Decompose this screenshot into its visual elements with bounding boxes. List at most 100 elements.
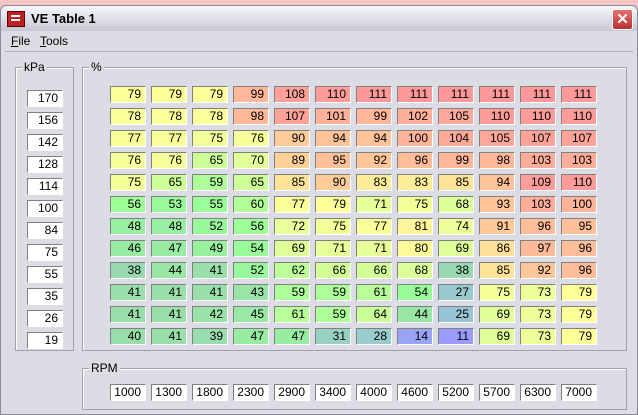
- ve-cell[interactable]: 110: [520, 108, 556, 125]
- ve-cell[interactable]: 69: [438, 240, 474, 257]
- kpa-axis-cell[interactable]: 142: [27, 134, 63, 151]
- rpm-axis-cell[interactable]: 5700: [479, 384, 515, 401]
- ve-cell[interactable]: 93: [479, 196, 515, 213]
- ve-cell[interactable]: 91: [479, 218, 515, 235]
- ve-cell[interactable]: 94: [479, 174, 515, 191]
- ve-cell[interactable]: 110: [561, 174, 597, 191]
- ve-cell[interactable]: 79: [110, 86, 146, 103]
- ve-cell[interactable]: 110: [561, 108, 597, 125]
- ve-cell[interactable]: 103: [520, 152, 556, 169]
- ve-cell[interactable]: 28: [356, 328, 392, 345]
- ve-cell[interactable]: 71: [315, 240, 351, 257]
- rpm-axis-cell[interactable]: 5200: [438, 384, 474, 401]
- ve-cell[interactable]: 99: [438, 152, 474, 169]
- ve-cell[interactable]: 65: [233, 174, 269, 191]
- ve-cell[interactable]: 111: [479, 86, 515, 103]
- ve-cell[interactable]: 38: [438, 262, 474, 279]
- ve-cell[interactable]: 48: [110, 218, 146, 235]
- rpm-axis-cell[interactable]: 6300: [520, 384, 556, 401]
- ve-cell[interactable]: 101: [315, 108, 351, 125]
- ve-cell[interactable]: 79: [315, 196, 351, 213]
- ve-cell[interactable]: 56: [110, 196, 146, 213]
- ve-cell[interactable]: 71: [356, 240, 392, 257]
- ve-cell[interactable]: 41: [151, 306, 187, 323]
- ve-cell[interactable]: 46: [110, 240, 146, 257]
- ve-cell[interactable]: 11: [438, 328, 474, 345]
- ve-cell[interactable]: 98: [233, 108, 269, 125]
- ve-cell[interactable]: 105: [479, 130, 515, 147]
- ve-cell[interactable]: 103: [561, 152, 597, 169]
- ve-cell[interactable]: 75: [110, 174, 146, 191]
- ve-cell[interactable]: 94: [315, 130, 351, 147]
- ve-cell[interactable]: 41: [192, 284, 228, 301]
- kpa-axis-cell[interactable]: 26: [27, 310, 63, 327]
- kpa-axis-cell[interactable]: 156: [27, 112, 63, 129]
- ve-cell[interactable]: 96: [397, 152, 433, 169]
- ve-cell[interactable]: 62: [274, 262, 310, 279]
- ve-cell[interactable]: 66: [356, 262, 392, 279]
- rpm-axis-cell[interactable]: 4600: [397, 384, 433, 401]
- ve-cell[interactable]: 44: [397, 306, 433, 323]
- ve-cell[interactable]: 45: [233, 306, 269, 323]
- ve-cell[interactable]: 38: [110, 262, 146, 279]
- ve-cell[interactable]: 86: [479, 240, 515, 257]
- ve-cell[interactable]: 108: [274, 86, 310, 103]
- ve-cell[interactable]: 75: [192, 130, 228, 147]
- ve-cell[interactable]: 69: [479, 306, 515, 323]
- ve-cell[interactable]: 76: [151, 152, 187, 169]
- title-bar[interactable]: VE Table 1 ✕: [1, 6, 637, 31]
- ve-cell[interactable]: 109: [520, 174, 556, 191]
- rpm-axis-cell[interactable]: 2900: [274, 384, 310, 401]
- ve-cell[interactable]: 42: [192, 306, 228, 323]
- ve-cell[interactable]: 79: [151, 86, 187, 103]
- ve-cell[interactable]: 75: [397, 196, 433, 213]
- ve-cell[interactable]: 107: [520, 130, 556, 147]
- ve-cell[interactable]: 61: [356, 284, 392, 301]
- rpm-axis-cell[interactable]: 4000: [356, 384, 392, 401]
- kpa-axis-cell[interactable]: 128: [27, 156, 63, 173]
- rpm-axis-cell[interactable]: 3400: [315, 384, 351, 401]
- ve-cell[interactable]: 111: [520, 86, 556, 103]
- ve-cell[interactable]: 59: [315, 284, 351, 301]
- ve-cell[interactable]: 105: [438, 108, 474, 125]
- ve-cell[interactable]: 79: [561, 328, 597, 345]
- ve-cell[interactable]: 92: [356, 152, 392, 169]
- ve-cell[interactable]: 76: [233, 130, 269, 147]
- ve-cell[interactable]: 68: [438, 196, 474, 213]
- ve-cell[interactable]: 14: [397, 328, 433, 345]
- ve-cell[interactable]: 75: [315, 218, 351, 235]
- ve-cell[interactable]: 52: [233, 262, 269, 279]
- ve-cell[interactable]: 107: [561, 130, 597, 147]
- rpm-axis-cell[interactable]: 2300: [233, 384, 269, 401]
- ve-cell[interactable]: 83: [356, 174, 392, 191]
- rpm-axis-cell[interactable]: 1300: [151, 384, 187, 401]
- ve-cell[interactable]: 41: [151, 284, 187, 301]
- ve-cell[interactable]: 78: [110, 108, 146, 125]
- ve-cell[interactable]: 47: [151, 240, 187, 257]
- ve-cell[interactable]: 77: [110, 130, 146, 147]
- ve-cell[interactable]: 27: [438, 284, 474, 301]
- ve-cell[interactable]: 64: [356, 306, 392, 323]
- rpm-axis-cell[interactable]: 7000: [561, 384, 597, 401]
- kpa-axis-cell[interactable]: 100: [27, 200, 63, 217]
- kpa-axis-cell[interactable]: 55: [27, 266, 63, 283]
- ve-cell[interactable]: 77: [356, 218, 392, 235]
- ve-cell[interactable]: 79: [561, 284, 597, 301]
- ve-cell[interactable]: 41: [192, 262, 228, 279]
- menu-file[interactable]: File: [11, 34, 30, 48]
- ve-cell[interactable]: 78: [192, 108, 228, 125]
- ve-cell[interactable]: 85: [479, 262, 515, 279]
- ve-cell[interactable]: 75: [479, 284, 515, 301]
- ve-cell[interactable]: 59: [274, 284, 310, 301]
- ve-cell[interactable]: 49: [192, 240, 228, 257]
- kpa-axis-cell[interactable]: 170: [27, 90, 63, 107]
- ve-cell[interactable]: 103: [520, 196, 556, 213]
- ve-cell[interactable]: 71: [356, 196, 392, 213]
- ve-cell[interactable]: 81: [397, 218, 433, 235]
- rpm-axis-cell[interactable]: 1800: [192, 384, 228, 401]
- ve-cell[interactable]: 54: [397, 284, 433, 301]
- ve-cell[interactable]: 73: [520, 284, 556, 301]
- ve-cell[interactable]: 95: [561, 218, 597, 235]
- ve-cell[interactable]: 90: [274, 130, 310, 147]
- ve-cell[interactable]: 48: [151, 218, 187, 235]
